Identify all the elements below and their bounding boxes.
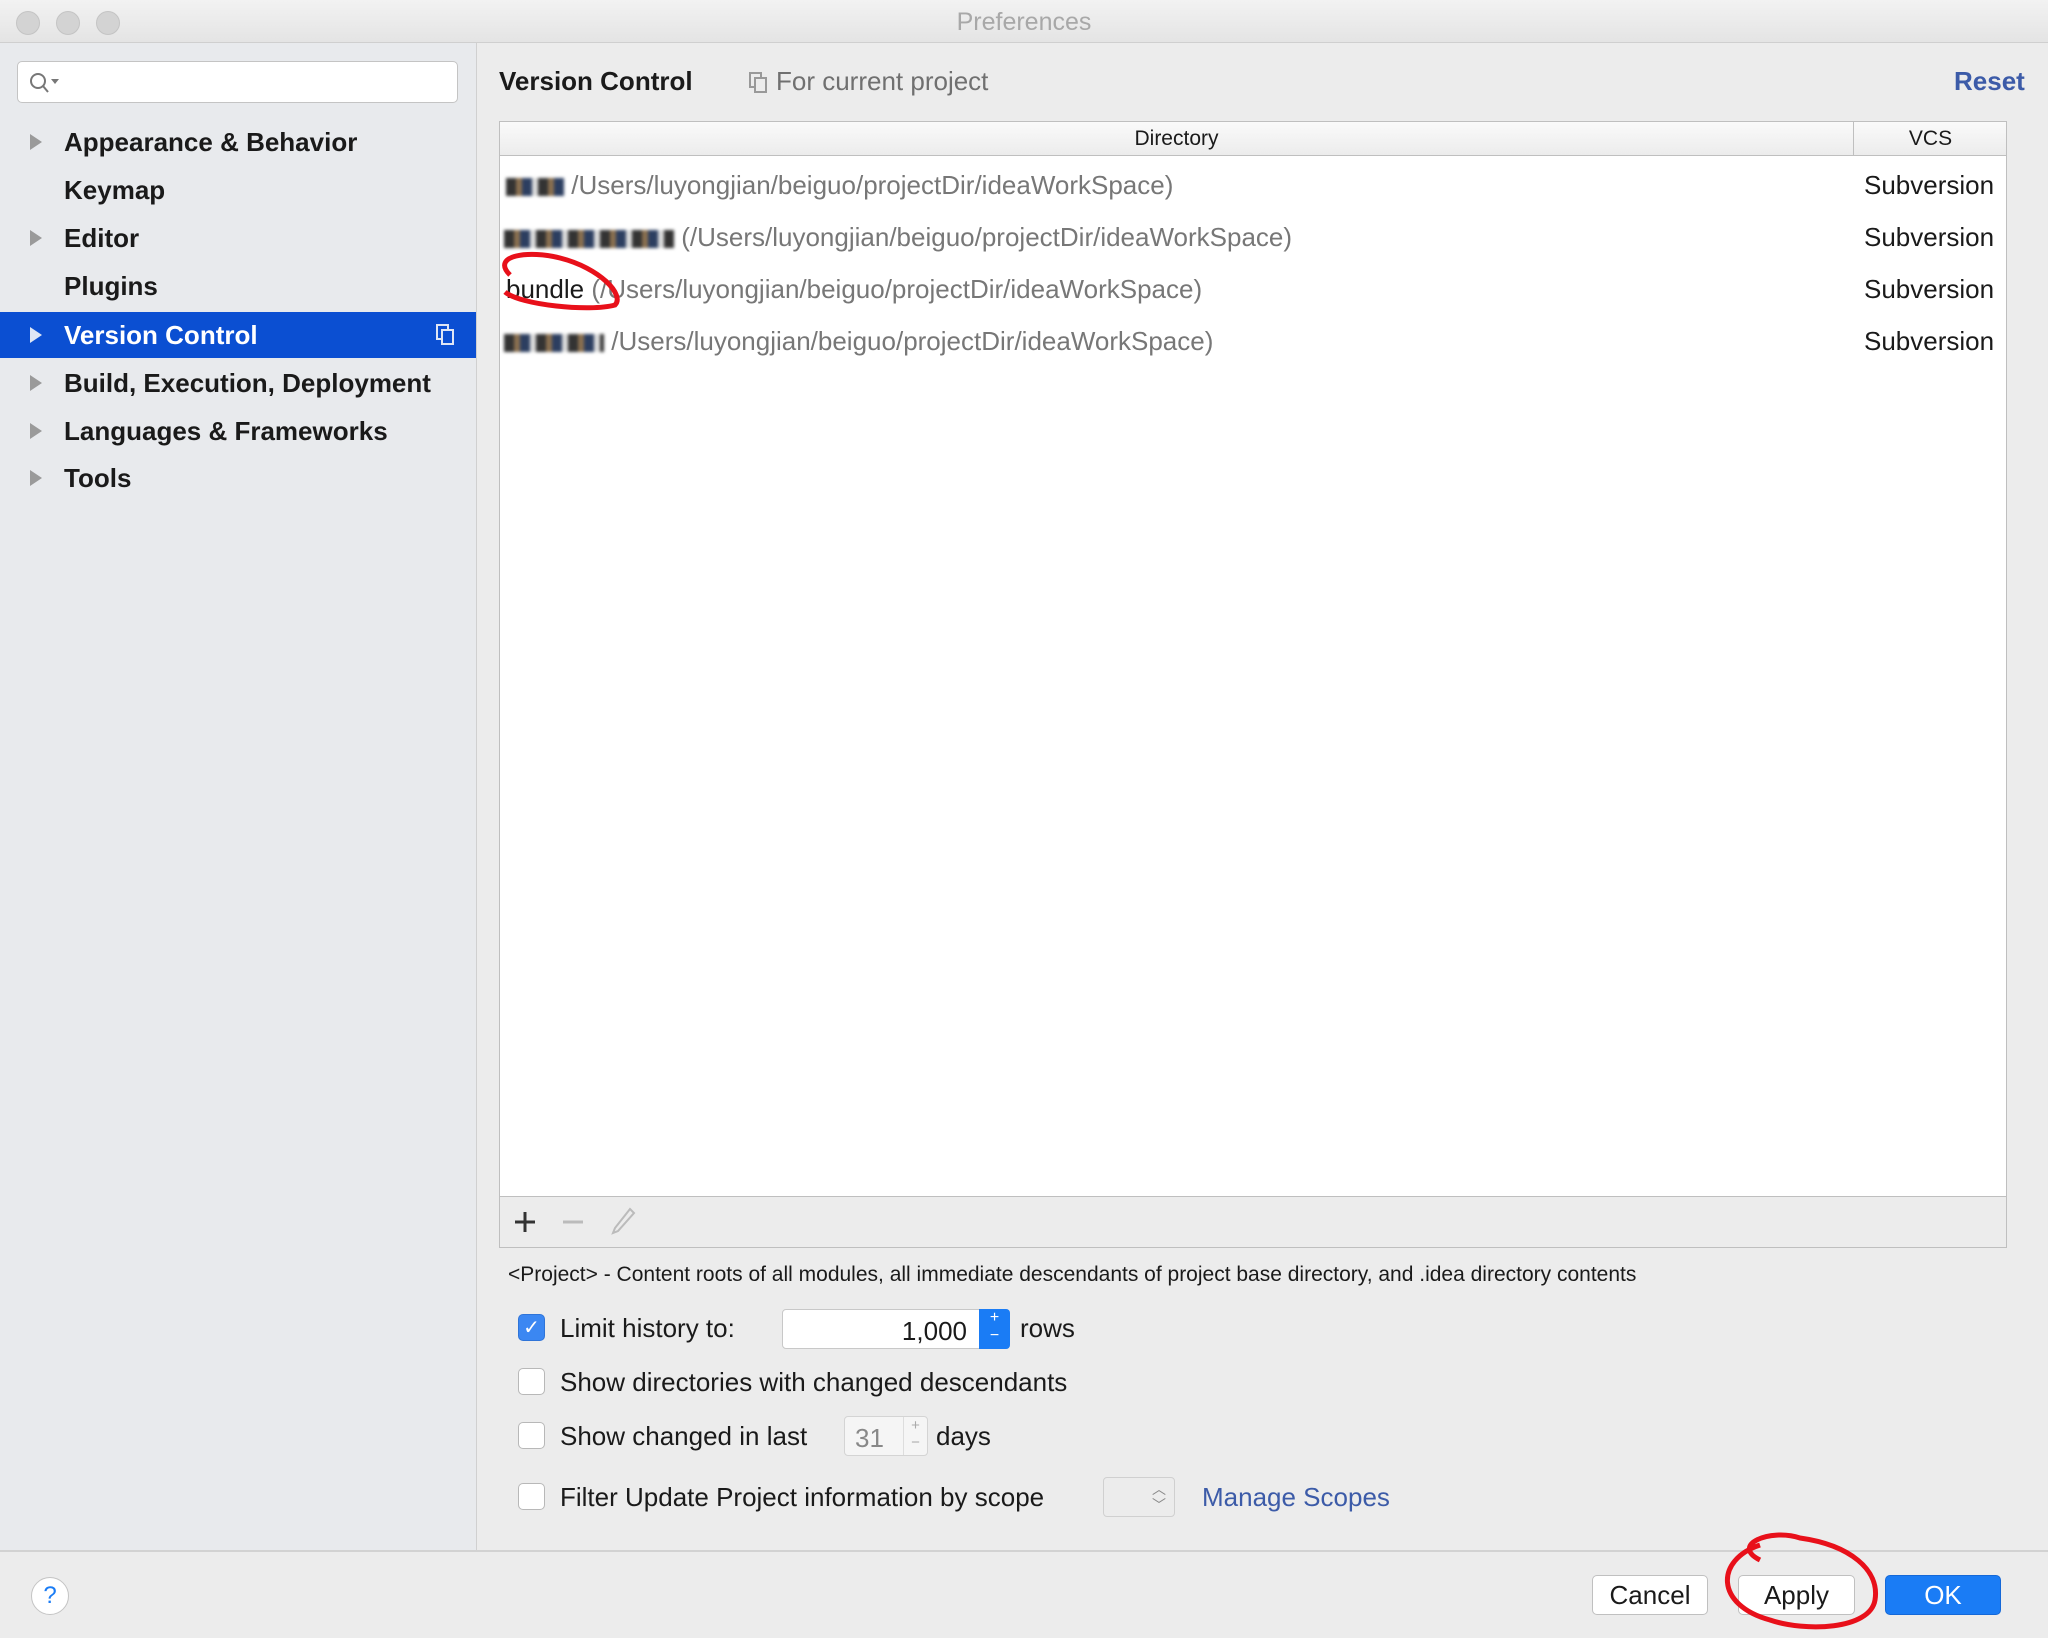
- sidebar-item-editor[interactable]: Editor: [0, 215, 476, 261]
- show-changed-checkbox[interactable]: [518, 1422, 545, 1449]
- column-header-directory[interactable]: Directory: [500, 122, 1854, 156]
- cancel-button[interactable]: Cancel: [1592, 1575, 1708, 1615]
- window-title: Preferences: [956, 8, 1092, 36]
- limit-history-label: Limit history to:: [560, 1313, 735, 1343]
- project-note: <Project> - Content roots of all modules…: [508, 1263, 1637, 1286]
- sidebar-item-appearance[interactable]: Appearance & Behavior: [0, 119, 476, 165]
- show-changed-label: Show changed in last: [560, 1421, 808, 1451]
- expand-arrow-icon: [30, 327, 42, 343]
- table-row[interactable]: /Users/luyongjian/beiguo/projectDir/idea…: [500, 315, 2006, 367]
- scope-select[interactable]: ︿ ﹀: [1103, 1477, 1175, 1517]
- edit-icon[interactable]: [610, 1207, 636, 1235]
- scope-label: For current project: [776, 66, 989, 96]
- expand-arrow-icon: [30, 375, 42, 391]
- sidebar-item-plugins[interactable]: Plugins: [0, 263, 476, 309]
- days-label: days: [936, 1421, 991, 1451]
- manage-scopes-link[interactable]: Manage Scopes: [1202, 1482, 1390, 1513]
- filter-scope-label: Filter Update Project information by sco…: [560, 1482, 1045, 1512]
- sidebar-item-build[interactable]: Build, Execution, Deployment: [0, 360, 476, 406]
- reset-link[interactable]: Reset: [1954, 66, 2025, 97]
- add-icon[interactable]: [514, 1211, 536, 1233]
- page-title: Version Control: [499, 66, 693, 96]
- sidebar-item-languages[interactable]: Languages & Frameworks: [0, 408, 476, 454]
- apply-button[interactable]: Apply: [1738, 1575, 1855, 1615]
- redacted-name: [504, 230, 674, 249]
- stepper-arrows[interactable]: + −: [979, 1309, 1010, 1349]
- limit-history-checkbox[interactable]: ✓: [518, 1314, 545, 1341]
- sidebar-item-tools[interactable]: Tools: [0, 455, 476, 501]
- table-header: Directory VCS: [500, 122, 2006, 156]
- redacted-name: [506, 178, 564, 197]
- expand-arrow-icon: [30, 423, 42, 439]
- project-scope-icon: [436, 324, 454, 345]
- sidebar-item-version-control[interactable]: Version Control: [0, 312, 476, 358]
- show-directories-label: Show directories with changed descendant…: [560, 1367, 1068, 1397]
- stepper-arrows[interactable]: + −: [903, 1417, 927, 1455]
- redacted-name: [504, 334, 604, 353]
- table-toolbar: [500, 1196, 2006, 1247]
- search-input[interactable]: [17, 61, 458, 103]
- table-row[interactable]: bundle (/Users/luyongjian/beiguo/project…: [500, 263, 2006, 315]
- table-row[interactable]: /Users/luyongjian/beiguo/projectDir/idea…: [500, 159, 2006, 211]
- table-row[interactable]: (/Users/luyongjian/beiguo/projectDir/ide…: [500, 211, 2006, 263]
- expand-arrow-icon: [30, 134, 42, 150]
- vcs-mappings-table: Directory VCS /Users/luyongjian/beiguo/p…: [499, 121, 2007, 1248]
- title-bar: Preferences: [0, 0, 2048, 43]
- filter-scope-checkbox[interactable]: [518, 1483, 545, 1510]
- expand-arrow-icon: [30, 230, 42, 246]
- project-scope-icon: [749, 72, 767, 93]
- show-directories-checkbox[interactable]: [518, 1368, 545, 1395]
- remove-icon[interactable]: [562, 1211, 584, 1233]
- column-header-vcs[interactable]: VCS: [1855, 122, 2006, 156]
- rows-label: rows: [1020, 1313, 1075, 1343]
- limit-history-stepper[interactable]: 1,000 + −: [782, 1309, 1010, 1349]
- expand-arrow-icon: [30, 470, 42, 486]
- sidebar-item-keymap[interactable]: Keymap: [0, 167, 476, 213]
- ok-button[interactable]: OK: [1885, 1575, 2001, 1615]
- search-icon: [30, 73, 59, 93]
- footer-divider: [0, 1550, 2048, 1552]
- days-stepper[interactable]: 31 + −: [844, 1416, 928, 1456]
- help-button[interactable]: ?: [31, 1577, 69, 1615]
